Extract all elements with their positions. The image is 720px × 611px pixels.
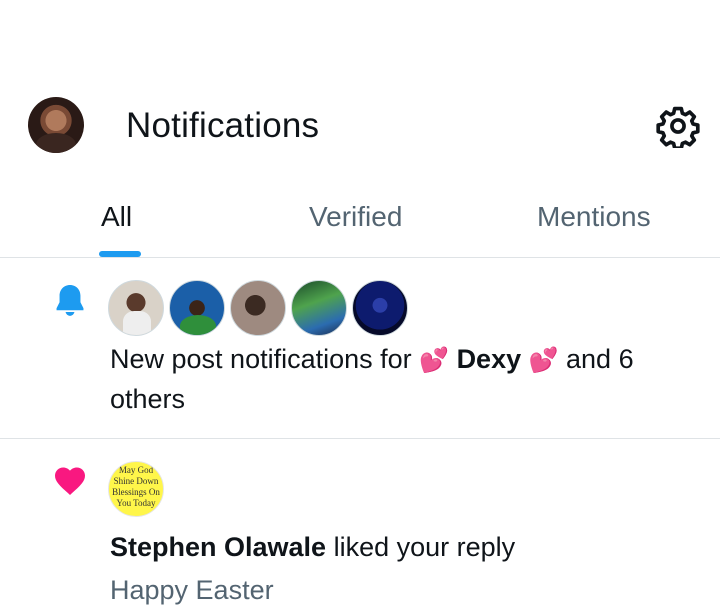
notification-text: Stephen Olawale liked your reply bbox=[110, 529, 515, 565]
notification-item[interactable]: May God Shine Down Blessings On You Toda… bbox=[0, 439, 720, 611]
avatar[interactable] bbox=[230, 280, 286, 336]
avatar[interactable] bbox=[108, 280, 164, 336]
avatar[interactable] bbox=[291, 280, 347, 336]
bell-icon bbox=[56, 284, 84, 316]
active-tab-indicator bbox=[99, 251, 141, 257]
tab-verified[interactable]: Verified bbox=[309, 201, 402, 233]
avatar[interactable]: May God Shine Down Blessings On You Toda… bbox=[108, 461, 164, 517]
avatar[interactable] bbox=[169, 280, 225, 336]
heart-icon bbox=[55, 467, 85, 495]
page-title: Notifications bbox=[126, 106, 320, 145]
tab-bar: All Verified Mentions bbox=[0, 185, 720, 258]
header: Notifications bbox=[0, 0, 720, 185]
tab-mentions[interactable]: Mentions bbox=[537, 201, 651, 233]
notification-action: liked your reply bbox=[326, 532, 516, 562]
user-name[interactable]: Stephen Olawale bbox=[110, 532, 326, 562]
gear-icon[interactable] bbox=[656, 104, 700, 148]
two-hearts-emoji: 💕 bbox=[528, 347, 559, 374]
notification-item[interactable]: New post notifications for 💕 Dexy 💕 and … bbox=[0, 258, 720, 439]
notification-text: New post notifications for 💕 Dexy 💕 and … bbox=[110, 340, 700, 419]
tab-all[interactable]: All bbox=[101, 201, 132, 233]
reply-preview[interactable]: Happy Easter bbox=[110, 572, 274, 608]
two-hearts-emoji: 💕 bbox=[419, 347, 450, 374]
profile-avatar[interactable] bbox=[28, 97, 84, 153]
notification-text-prefix: New post notifications for bbox=[110, 344, 420, 374]
avatar[interactable] bbox=[352, 280, 408, 336]
user-name[interactable]: Dexy bbox=[457, 344, 522, 374]
